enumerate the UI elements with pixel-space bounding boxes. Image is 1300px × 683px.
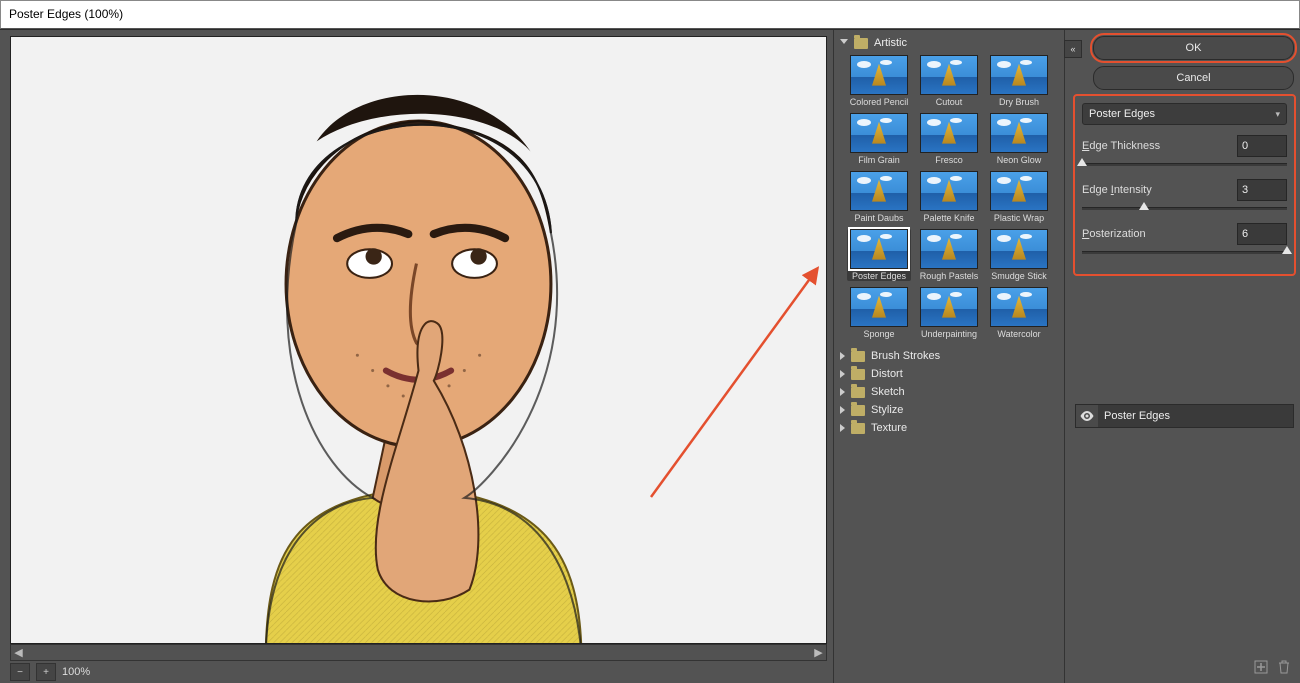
- settings-panel: « OK Cancel Poster Edges ▾ Edge Thicknes…: [1065, 30, 1300, 683]
- filter-dropdown[interactable]: Poster Edges ▾: [1082, 103, 1287, 125]
- thumb-label: Colored Pencil: [850, 97, 909, 107]
- preview-panel: ◀ ▶ − + 100%: [0, 30, 834, 683]
- thumb-label: Cutout: [936, 97, 963, 107]
- filter-settings: Poster Edges ▾ Edge Thickness Edge Intens…: [1075, 96, 1294, 274]
- triangle-right-icon: [840, 370, 845, 378]
- category-artistic[interactable]: Artistic: [834, 34, 1064, 55]
- filter-thumb-watercolor[interactable]: Watercolor: [987, 287, 1051, 339]
- thumb-label: Smudge Stick: [991, 271, 1047, 281]
- cancel-button[interactable]: Cancel: [1093, 66, 1294, 90]
- category-label: Artistic: [874, 37, 907, 49]
- scroll-left-icon[interactable]: ◀: [11, 645, 26, 660]
- chevron-down-icon: ▾: [1275, 109, 1280, 120]
- filter-gallery[interactable]: Artistic Colored Pencil Cutout Dry Brush Fi…: [834, 30, 1065, 683]
- param-edge-thickness: Edge Thickness: [1082, 135, 1287, 171]
- zoom-out-button[interactable]: −: [10, 663, 30, 681]
- triangle-right-icon: [840, 352, 845, 360]
- effect-layer-name: Poster Edges: [1098, 405, 1293, 427]
- triangle-down-icon: [840, 39, 848, 48]
- param-value-input[interactable]: [1237, 135, 1287, 157]
- filter-name: Poster Edges: [1089, 108, 1155, 120]
- trash-icon[interactable]: [1278, 660, 1290, 677]
- thumb-label: Dry Brush: [999, 97, 1039, 107]
- param-posterization: Posterization: [1082, 223, 1287, 259]
- ok-button[interactable]: OK: [1093, 36, 1294, 60]
- category-label: Brush Strokes: [871, 350, 940, 362]
- param-label: Edge Intensity: [1082, 184, 1152, 196]
- folder-icon: [851, 405, 865, 416]
- visibility-icon[interactable]: [1076, 411, 1098, 421]
- thumb-label: Neon Glow: [997, 155, 1042, 165]
- param-value-input[interactable]: [1237, 179, 1287, 201]
- category-texture[interactable]: Texture: [834, 419, 1064, 437]
- filter-thumb-cutout[interactable]: Cutout: [917, 55, 981, 107]
- zoom-in-button[interactable]: +: [36, 663, 56, 681]
- category-label: Texture: [871, 422, 907, 434]
- param-value-input[interactable]: [1237, 223, 1287, 245]
- category-stylize[interactable]: Stylize: [834, 401, 1064, 419]
- filter-thumb-rough-pastels[interactable]: Rough Pastels: [917, 229, 981, 281]
- param-label: Posterization: [1082, 228, 1146, 240]
- thumb-label: Rough Pastels: [920, 271, 979, 281]
- param-edge-intensity: Edge Intensity: [1082, 179, 1287, 215]
- triangle-right-icon: [840, 424, 845, 432]
- folder-icon: [854, 38, 868, 49]
- thumb-label: Poster Edges: [852, 271, 906, 281]
- thumb-label: Palette Knife: [923, 213, 974, 223]
- thumb-label: Film Grain: [858, 155, 900, 165]
- param-label: Edge Thickness: [1082, 140, 1160, 152]
- filter-thumb-sponge[interactable]: Sponge: [847, 287, 911, 339]
- filter-thumb-colored-pencil[interactable]: Colored Pencil: [847, 55, 911, 107]
- param-slider[interactable]: [1082, 157, 1287, 171]
- thumb-label: Fresco: [935, 155, 963, 165]
- thumb-label: Underpainting: [921, 329, 977, 339]
- filter-thumb-dry-brush[interactable]: Dry Brush: [987, 55, 1051, 107]
- zoom-value: 100%: [62, 666, 90, 678]
- filter-thumb-film-grain[interactable]: Film Grain: [847, 113, 911, 165]
- thumb-label: Plastic Wrap: [994, 213, 1044, 223]
- category-brush-strokes[interactable]: Brush Strokes: [834, 347, 1064, 365]
- folder-icon: [851, 423, 865, 434]
- triangle-right-icon: [840, 406, 845, 414]
- preview-canvas[interactable]: [10, 36, 827, 644]
- category-sketch[interactable]: Sketch: [834, 383, 1064, 401]
- thumb-label: Sponge: [863, 329, 894, 339]
- filter-thumb-paint-daubs[interactable]: Paint Daubs: [847, 171, 911, 223]
- filter-thumb-palette-knife[interactable]: Palette Knife: [917, 171, 981, 223]
- collapse-icon[interactable]: «: [1064, 40, 1082, 58]
- filter-thumb-fresco[interactable]: Fresco: [917, 113, 981, 165]
- new-effect-icon[interactable]: [1254, 660, 1268, 677]
- category-distort[interactable]: Distort: [834, 365, 1064, 383]
- param-slider[interactable]: [1082, 245, 1287, 259]
- preview-h-scrollbar[interactable]: ◀ ▶: [10, 644, 827, 661]
- thumb-label: Paint Daubs: [854, 213, 903, 223]
- window-title: Poster Edges (100%): [0, 0, 1300, 29]
- triangle-right-icon: [840, 388, 845, 396]
- effect-layer-row[interactable]: Poster Edges: [1075, 404, 1294, 428]
- filter-thumb-poster-edges[interactable]: Poster Edges: [847, 229, 911, 281]
- folder-icon: [851, 351, 865, 362]
- folder-icon: [851, 369, 865, 380]
- category-label: Sketch: [871, 386, 905, 398]
- folder-icon: [851, 387, 865, 398]
- category-label: Distort: [871, 368, 903, 380]
- filter-thumb-smudge-stick[interactable]: Smudge Stick: [987, 229, 1051, 281]
- filter-thumb-neon-glow[interactable]: Neon Glow: [987, 113, 1051, 165]
- scroll-right-icon[interactable]: ▶: [811, 645, 826, 660]
- param-slider[interactable]: [1082, 201, 1287, 215]
- thumb-label: Watercolor: [997, 329, 1040, 339]
- filter-thumb-underpainting[interactable]: Underpainting: [917, 287, 981, 339]
- filter-thumb-plastic-wrap[interactable]: Plastic Wrap: [987, 171, 1051, 223]
- category-label: Stylize: [871, 404, 903, 416]
